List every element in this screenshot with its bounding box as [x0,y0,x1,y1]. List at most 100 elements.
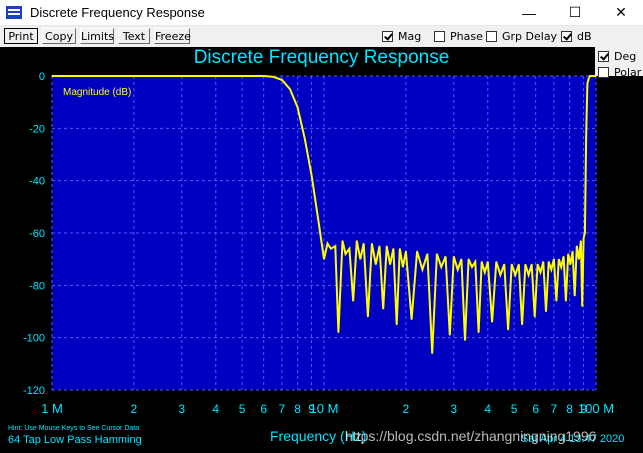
data-point [477,331,480,334]
data-point [363,242,365,245]
data-point [503,263,505,265]
data-point [344,253,347,255]
data-point [263,75,265,77]
x-tick-label: 5 [511,402,518,416]
data-point [436,253,438,255]
y-tick-label: -60 [29,228,45,240]
data-point [411,318,413,320]
data-point [553,258,555,260]
data-point [431,352,433,354]
data-point [539,271,542,273]
data-point [565,300,567,302]
data-point [421,269,423,271]
x-tick-label: 6 [260,402,267,416]
data-point [215,75,217,77]
x-tick-label: 2 [403,402,410,416]
data-point [511,263,513,265]
data-point [531,263,533,265]
data-point [389,263,391,265]
x-tick-label: 7 [279,402,286,416]
filter-description: 64 Tap Low Pass Hamming [8,434,142,446]
data-point [133,75,135,77]
y-tick-label: -100 [23,333,45,345]
data-point [589,75,591,77]
data-point [499,274,501,276]
data-point [367,316,369,318]
data-point [51,75,53,77]
data-point [440,266,442,268]
data-point [491,321,493,323]
watermark: https://blog.csdn.net/zhangningning1996 [345,428,597,444]
data-point [352,300,354,302]
data-point [542,261,544,263]
y-tick-label: -120 [23,385,45,397]
data-point [304,138,306,140]
data-point [567,253,569,255]
data-point [457,269,459,271]
x-tick-label: 7 [551,402,558,416]
x-tick-label: 10 M [310,401,339,416]
data-point [474,261,476,263]
data-point [405,250,407,252]
data-point [507,329,509,331]
data-point [582,237,585,239]
data-point [297,106,299,108]
data-point [495,261,497,263]
data-point [386,245,388,247]
data-point [521,323,523,326]
data-point [371,242,373,245]
x-tick-label: 4 [212,402,219,416]
data-point [272,76,274,78]
data-point [578,258,580,260]
data-point [426,253,429,255]
data-point [585,132,587,135]
data-point [241,75,243,77]
x-tick-label: 2 [131,402,138,416]
x-tick-label: 8 [566,402,573,416]
x-tick-label: 100 M [578,401,614,416]
y-tick-label: -40 [29,176,45,188]
legend-label: Magnitude (dB) [63,87,131,98]
x-tick-label: 6 [532,402,539,416]
data-point [487,261,489,263]
data-point [571,250,574,252]
data-point [356,240,358,242]
data-point [464,339,466,341]
data-point [181,75,183,77]
x-tick-label: 1 M [41,401,63,416]
data-point [375,263,377,265]
y-tick-label: -20 [29,123,45,135]
y-tick-label: 0 [39,71,45,83]
data-point [588,78,590,80]
data-point [576,245,578,247]
data-point [289,88,291,90]
data-point [555,300,557,302]
data-point [562,255,565,258]
data-point [484,271,486,273]
data-point [416,250,418,252]
data-point [514,274,516,276]
y-tick-label: -80 [29,280,45,292]
data-point [445,255,447,258]
data-point [453,255,455,258]
frequency-response-chart[interactable]: 0-20-40-60-80-100-1201 M 2 3 4 5 6 7 8 910 M2345… [0,0,643,453]
data-point [518,263,520,265]
x-tick-label: 3 [450,402,457,416]
data-point [382,308,384,310]
data-point [396,323,398,326]
data-point [467,258,470,260]
data-point [545,310,547,313]
data-point [359,258,361,260]
data-point [584,232,586,234]
data-point [569,263,571,265]
data-point [524,263,526,265]
x-tick-label: 5 [239,402,246,416]
data-point [402,266,404,268]
data-point [586,83,589,85]
data-point [595,75,597,77]
data-point [392,248,395,250]
data-point [558,258,560,260]
data-point [399,248,401,250]
data-point [326,242,329,245]
data-point [281,79,283,81]
